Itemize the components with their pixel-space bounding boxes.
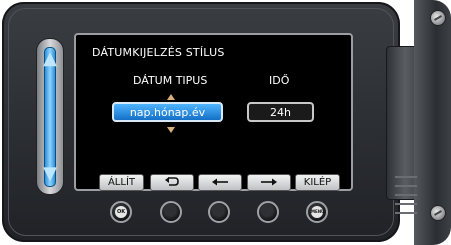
return-icon [165, 177, 179, 186]
left-button[interactable] [208, 201, 230, 223]
back-button[interactable] [160, 201, 182, 223]
set-softkey[interactable]: ÁLLÍT [99, 174, 144, 191]
time-label: IDŐ [269, 74, 290, 87]
screw-icon [430, 10, 446, 26]
side-panel [414, 0, 451, 245]
right-softkey[interactable] [247, 174, 291, 191]
ok-label: OK [115, 206, 127, 218]
screen-title: DÁTUMKIJELZÉS STÍLUS [92, 46, 225, 59]
back-softkey[interactable] [150, 174, 194, 191]
quit-softkey[interactable]: KILÉP [295, 174, 340, 191]
value-down-arrow-icon [167, 127, 175, 133]
time-format-field[interactable]: 24h [247, 102, 314, 122]
slider-down-arrow-icon: ▼ [43, 163, 57, 184]
left-softkey[interactable] [198, 174, 242, 191]
lcd-screen: DÁTUMKIJELZÉS STÍLUS DÁTUM TIPUS IDŐ nap… [74, 33, 353, 191]
right-button[interactable] [257, 201, 279, 223]
left-arrow-icon [212, 178, 228, 186]
value-up-arrow-icon [167, 94, 175, 100]
grip-ribs [395, 176, 417, 222]
date-type-label: DÁTUM TIPUS [133, 74, 208, 87]
menu-button[interactable]: MENU [306, 201, 328, 223]
menu-label: MENU [311, 206, 324, 218]
ok-button[interactable]: OK [110, 201, 132, 223]
screw-icon [430, 205, 446, 221]
slider-up-arrow-icon: ▲ [43, 48, 57, 69]
right-arrow-icon [261, 178, 277, 186]
touch-slider[interactable]: ▲ ▼ [36, 38, 64, 195]
date-format-field[interactable]: nap.hónap.év [112, 102, 223, 122]
